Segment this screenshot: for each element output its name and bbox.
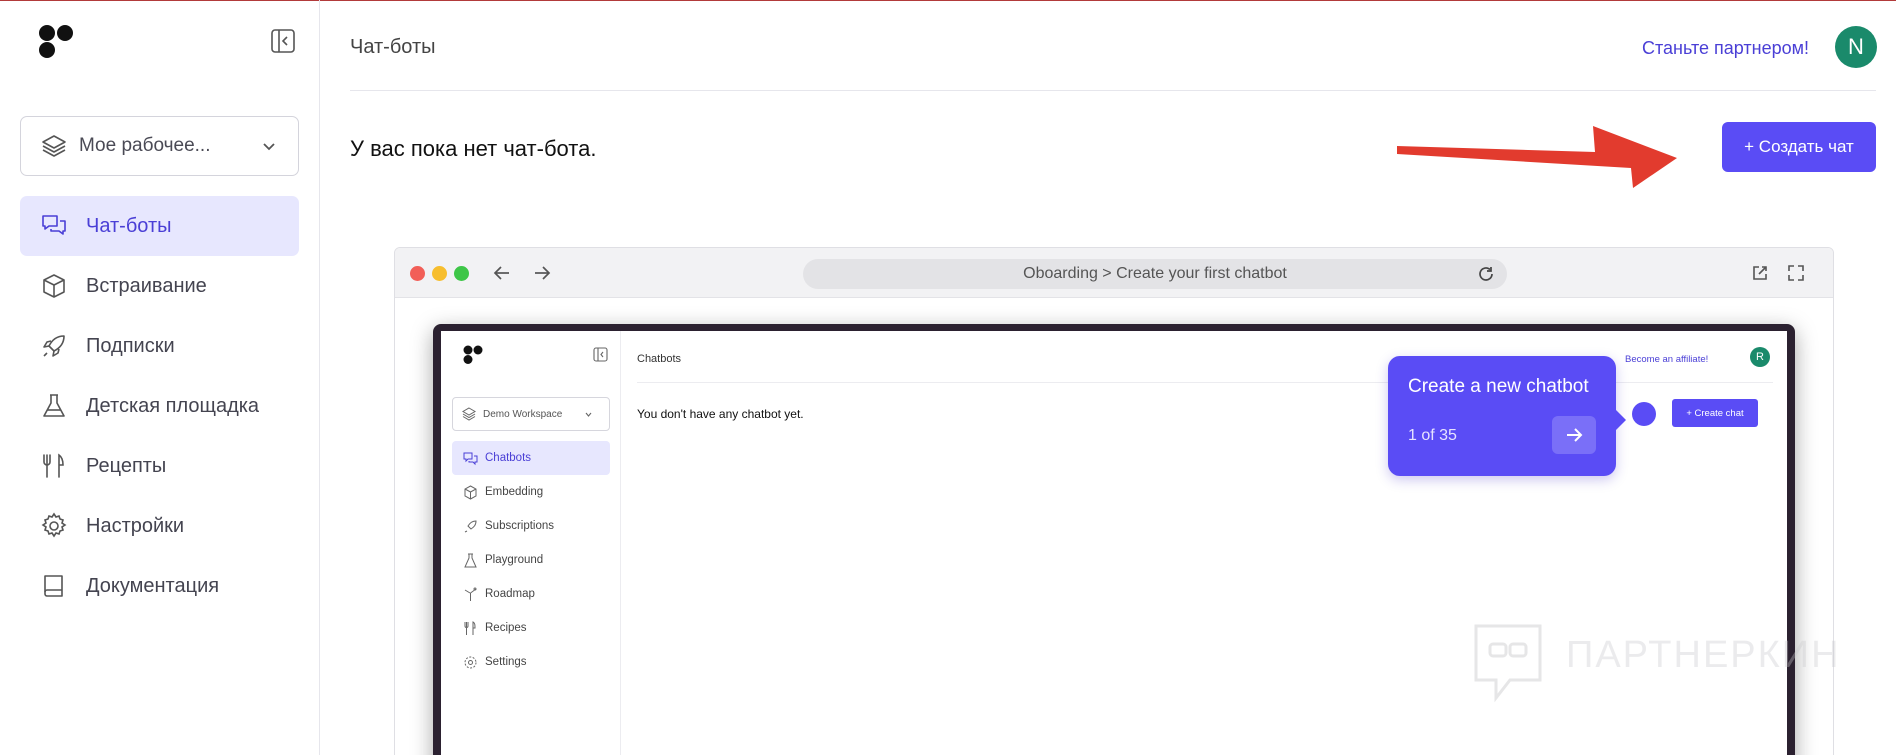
demo-nav-subscriptions: Subscriptions xyxy=(452,509,610,543)
maximize-dot-icon[interactable] xyxy=(454,266,469,281)
demo-logo-icon xyxy=(463,345,483,364)
demo-gear-icon xyxy=(464,656,477,668)
sidebar-item-documentation[interactable]: Документация xyxy=(20,556,299,616)
browser-toolbar: Oboarding > Create your first chatbot xyxy=(395,248,1833,298)
demo-nav-label: Roadmap xyxy=(485,588,535,600)
layers-icon xyxy=(42,135,66,157)
demo-nav-label: Subscriptions xyxy=(485,520,555,532)
rocket-icon xyxy=(43,335,65,357)
forward-arrow-icon[interactable] xyxy=(531,262,553,284)
arrow-right-icon xyxy=(1567,428,1583,442)
sidebar-nav: Чат-боты Встраивание Подписки Детская пл… xyxy=(20,196,299,616)
external-link-icon[interactable] xyxy=(1751,264,1769,282)
demo-collapse-icon xyxy=(593,347,608,362)
workspace-select[interactable]: Мое рабочее... xyxy=(20,116,299,176)
onboarding-tooltip: Create a new chatbot 1 of 35 xyxy=(1388,356,1626,476)
cube-icon xyxy=(43,274,65,298)
demo-fork-knife-icon xyxy=(464,620,476,635)
tooltip-step-counter: 1 of 35 xyxy=(1408,427,1457,444)
header-divider xyxy=(350,90,1876,91)
demo-sidebar: Demo Workspace Chatbots Embedding Subscr… xyxy=(441,331,621,755)
sidebar-item-label: Подписки xyxy=(86,334,175,357)
demo-nav-label: Settings xyxy=(485,656,527,668)
sidebar-item-subscriptions[interactable]: Подписки xyxy=(20,316,299,376)
demo-nav-chatbots: Chatbots xyxy=(452,441,610,475)
logo-icon[interactable] xyxy=(38,24,78,60)
demo-nav-label: Playground xyxy=(485,554,544,566)
affiliate-link[interactable]: Станьте партнером! xyxy=(1642,38,1809,59)
red-arrow-annotation xyxy=(1397,126,1677,188)
url-text: Oboarding > Create your first chatbot xyxy=(1023,265,1287,282)
fullscreen-icon[interactable] xyxy=(1787,264,1805,282)
page-title: Чат-боты xyxy=(350,36,436,58)
demo-rocket-icon xyxy=(464,519,477,532)
sidebar-item-chatbots[interactable]: Чат-боты xyxy=(20,196,299,256)
watermark: ПАРТНЕРКИН xyxy=(1470,620,1850,710)
demo-nav: Chatbots Embedding Subscriptions Playgro… xyxy=(452,441,610,679)
demo-cube-icon xyxy=(464,484,477,500)
demo-nav-label: Embedding xyxy=(485,486,544,498)
demo-nav-embedding: Embedding xyxy=(452,475,610,509)
sidebar-item-label: Рецепты xyxy=(86,454,167,477)
demo-empty-message: You don't have any chatbot yet. xyxy=(637,407,804,421)
chevron-down-icon xyxy=(263,143,275,151)
demo-nav-recipes: Recipes xyxy=(452,611,610,645)
sidebar-item-label: Настройки xyxy=(86,514,185,537)
sidebar-item-playground[interactable]: Детская площадка xyxy=(20,376,299,436)
close-dot-icon[interactable] xyxy=(410,266,425,281)
watermark-text: ПАРТНЕРКИН xyxy=(1566,634,1841,676)
watermark-chat-icon xyxy=(1474,624,1542,703)
url-bar[interactable]: Oboarding > Create your first chatbot xyxy=(803,259,1507,289)
empty-state-message: У вас пока нет чат-бота. xyxy=(350,136,597,161)
demo-page-title: Chatbots xyxy=(637,353,682,365)
collapse-sidebar-icon[interactable] xyxy=(270,28,296,54)
refresh-icon[interactable] xyxy=(1477,265,1495,283)
sidebar-item-label: Встраивание xyxy=(86,274,207,297)
tooltip-title: Create a new chatbot xyxy=(1408,376,1589,397)
demo-workspace-label: Demo Workspace xyxy=(483,408,563,420)
demo-tour-highlight-dot xyxy=(1632,402,1656,426)
fork-knife-icon xyxy=(43,453,64,478)
sidebar: Мое рабочее... Чат-боты Встраивание Подп… xyxy=(0,0,320,755)
tooltip-next-button[interactable] xyxy=(1552,416,1596,454)
demo-avatar: R xyxy=(1750,347,1770,367)
sidebar-item-label: Детская площадка xyxy=(86,394,260,417)
demo-nav-label: Recipes xyxy=(485,622,527,634)
workspace-label: Мое рабочее... xyxy=(79,135,211,156)
sidebar-item-recipes[interactable]: Рецепты xyxy=(20,436,299,496)
demo-affiliate-link: Become an affiliate! xyxy=(1625,354,1709,365)
sidebar-item-label: Чат-боты xyxy=(86,214,172,237)
demo-layers-icon xyxy=(462,407,476,421)
demo-chat-icon xyxy=(463,452,478,465)
demo-workspace-select: Demo Workspace xyxy=(452,397,610,431)
flask-icon xyxy=(43,394,65,417)
demo-nav-settings: Settings xyxy=(452,645,610,679)
demo-signpost-icon xyxy=(464,587,477,601)
demo-chevron-down-icon xyxy=(585,412,592,417)
sidebar-item-embedding[interactable]: Встраивание xyxy=(20,256,299,316)
book-icon xyxy=(44,575,63,597)
chat-icon xyxy=(42,215,66,235)
sidebar-item-label: Документация xyxy=(86,574,220,597)
demo-nav-roadmap: Roadmap xyxy=(452,577,610,611)
back-arrow-icon[interactable] xyxy=(491,262,513,284)
demo-create-chat-button: + Create chat xyxy=(1672,399,1758,427)
demo-nav-label: Chatbots xyxy=(485,452,532,464)
gear-icon xyxy=(41,512,67,538)
demo-nav-playground: Playground xyxy=(452,543,610,577)
demo-flask-icon xyxy=(464,553,477,567)
minimize-dot-icon[interactable] xyxy=(432,266,447,281)
sidebar-item-settings[interactable]: Настройки xyxy=(20,496,299,556)
create-chat-button[interactable]: + Создать чат xyxy=(1722,122,1876,172)
avatar[interactable]: N xyxy=(1835,26,1877,68)
